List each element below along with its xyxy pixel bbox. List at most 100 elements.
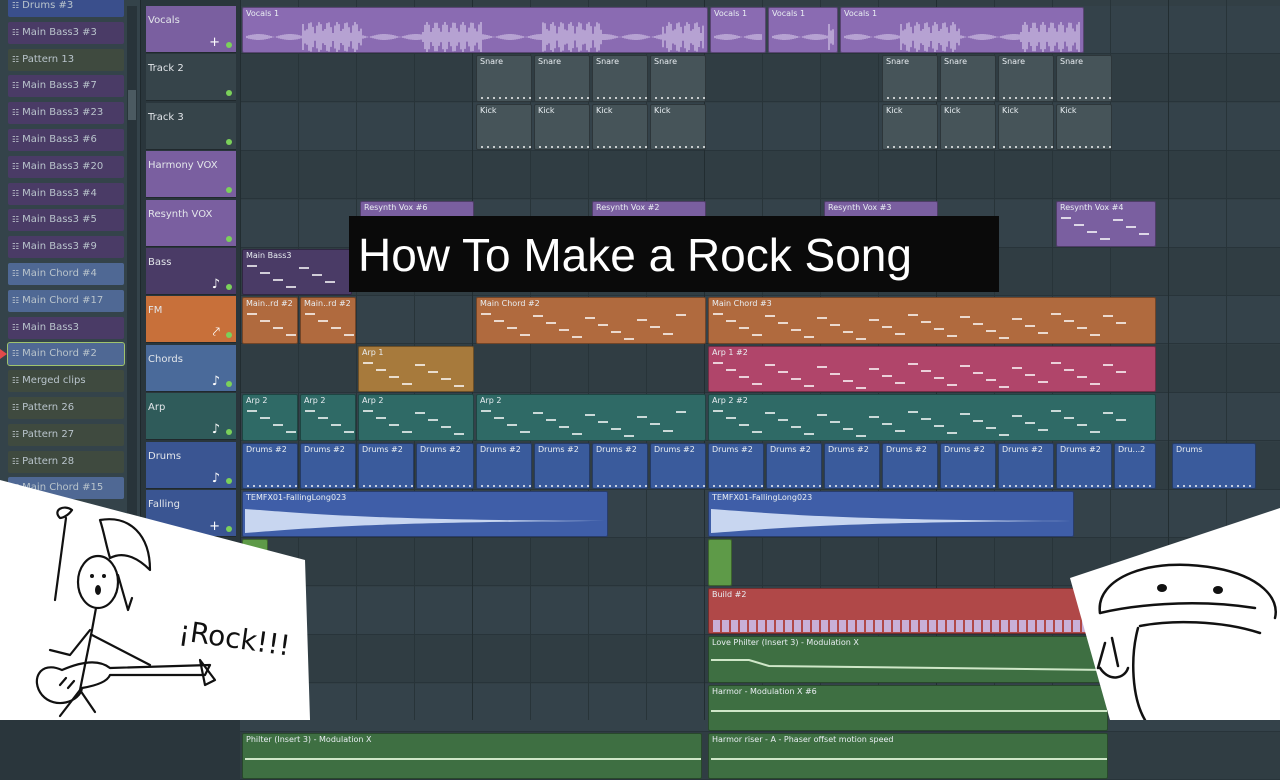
track-header[interactable]: Harmony VOX — [146, 151, 236, 199]
playlist-clip[interactable]: Arp 1 — [358, 345, 474, 393]
playlist-clip[interactable]: Drums #2 — [1056, 442, 1112, 489]
playlist-clip[interactable]: Philter (Insert 3) - Modulation X — [242, 733, 702, 780]
browser-item[interactable]: ☷ Main Bass3 #7 — [8, 75, 124, 98]
playlist-clip[interactable]: Drums #2 — [476, 442, 532, 489]
playlist-clip[interactable]: Snare — [940, 55, 996, 102]
playlist-clip[interactable]: Snare — [882, 55, 938, 102]
pattern-icon: ☷ — [12, 242, 20, 252]
playlist-clip[interactable]: Snare — [534, 55, 590, 102]
track-enable-led[interactable] — [226, 332, 232, 339]
playlist-clip[interactable]: Snare — [998, 55, 1054, 102]
playlist-clip[interactable]: Kick — [1056, 103, 1112, 151]
browser-item[interactable]: ☷ Drums #3 — [8, 0, 124, 17]
track-enable-led[interactable] — [226, 90, 232, 97]
browser-item[interactable]: ☷ Main Bass3 — [8, 316, 124, 339]
playlist-clip[interactable]: Drums #2 — [708, 442, 764, 489]
playlist-clip[interactable]: Vocals 1 — [242, 7, 708, 54]
playlist-clip[interactable]: Vocals 1 — [710, 7, 766, 54]
playlist-clip[interactable]: Arp 2 — [300, 394, 356, 441]
playlist-clip[interactable]: Snare — [1056, 55, 1112, 102]
playlist-clip[interactable]: Love Philter (Insert 3) - Modulation X — [708, 636, 1108, 683]
playlist-clip[interactable]: Drums #2 — [358, 442, 414, 489]
playlist-clip[interactable]: Arp 2 — [358, 394, 474, 441]
track-enable-led[interactable] — [226, 42, 232, 48]
browser-item[interactable]: ☷ Main Bass3 #23 — [8, 102, 124, 125]
playlist-clip[interactable]: Kick — [534, 103, 590, 151]
browser-item[interactable]: ☷ Pattern 28 — [8, 450, 124, 473]
playlist-clip[interactable]: Harmor riser - A - Phaser offset motion … — [708, 733, 1108, 780]
clip-content — [243, 19, 707, 52]
playlist-clip[interactable]: Drums #2 — [998, 442, 1054, 489]
playlist-clip[interactable]: Snare — [592, 55, 648, 102]
browser-item[interactable]: ☷ Main Bass3 #6 — [8, 129, 124, 151]
playlist-clip[interactable]: Kick — [592, 103, 648, 151]
playlist-lane[interactable] — [240, 102, 1280, 151]
playlist-lane[interactable] — [240, 151, 1280, 200]
playlist-clip[interactable]: Drums #2 — [592, 442, 648, 489]
track-enable-led[interactable] — [226, 429, 232, 436]
browser-item[interactable]: ☷ Main Chord #17 — [8, 289, 124, 312]
track-header[interactable]: Track 3 — [146, 102, 236, 150]
playlist-clip[interactable]: Drums — [1172, 442, 1256, 489]
browser-scroll-thumb[interactable] — [128, 90, 136, 120]
playlist-clip[interactable]: Main..rd #2 — [242, 297, 298, 344]
playlist-clip[interactable]: Vocals 1 — [768, 7, 838, 54]
playlist-clip[interactable]: Kick — [998, 103, 1054, 151]
browser-item[interactable]: ☷ Main Bass3 #9 — [8, 236, 124, 259]
playlist-clip[interactable]: Resynth Vox #4 — [1056, 200, 1156, 247]
playlist-clip[interactable]: Main Chord #2 — [476, 297, 706, 344]
clip-content — [359, 455, 413, 488]
playlist-clip[interactable]: Arp 2 #2 — [708, 394, 1156, 441]
playlist-clip[interactable]: Harmor - Modulation X #6 — [708, 684, 1108, 731]
clip-content — [711, 19, 765, 52]
playlist-clip[interactable]: Drums #2 — [882, 442, 938, 489]
track-enable-led[interactable] — [226, 187, 232, 194]
playlist-clip[interactable]: Kick — [940, 103, 996, 151]
playlist-clip[interactable]: Snare — [650, 55, 706, 102]
track-header[interactable]: Arp ♪ — [146, 393, 236, 441]
playlist-clip[interactable]: Drums #2 — [940, 442, 996, 489]
track-header[interactable]: Vocals + — [146, 6, 236, 53]
playlist-clip[interactable]: TEMFX01-FallingLong023 — [708, 491, 1074, 538]
playlist-lane[interactable] — [240, 54, 1280, 103]
playlist-clip[interactable]: Vocals 1 — [840, 7, 1084, 54]
track-header[interactable]: Track 2 — [146, 54, 236, 102]
playlist-clip[interactable]: Main Chord #3 — [708, 297, 1156, 344]
track-enable-led[interactable] — [226, 284, 232, 290]
browser-item[interactable]: ☷ Main Bass3 #3 — [8, 21, 124, 44]
browser-item[interactable]: ☷ Main Chord #2 — [7, 342, 125, 367]
playlist-clip[interactable] — [708, 539, 732, 586]
track-header[interactable]: Chords ♪ — [146, 344, 236, 392]
playlist-clip[interactable]: Build #2 — [708, 587, 1108, 635]
browser-item[interactable]: ☷ Main Bass3 #4 — [8, 182, 124, 205]
playlist-clip[interactable]: Snare — [476, 55, 532, 102]
track-enable-led[interactable] — [226, 138, 232, 145]
playlist-clip[interactable]: Arp 2 — [476, 394, 706, 441]
browser-item[interactable]: ☷ Main Chord #4 — [8, 263, 124, 285]
browser-item[interactable]: ☷ Main Bass3 #5 — [8, 209, 124, 232]
playlist-clip[interactable]: Drums #2 — [824, 442, 880, 489]
track-enable-led[interactable] — [226, 380, 232, 387]
browser-item[interactable]: ☷ Main Bass3 #20 — [8, 155, 124, 178]
playlist-clip[interactable]: Arp 2 — [242, 394, 298, 441]
playlist-clip[interactable]: Arp 1 #2 — [708, 345, 1156, 393]
playlist-clip[interactable]: Drums #2 — [650, 442, 706, 489]
playlist-clip[interactable]: Kick — [476, 103, 532, 151]
playlist-clip[interactable]: Kick — [650, 103, 706, 151]
clip-content — [709, 745, 1107, 778]
playlist-clip[interactable]: Main..rd #2 — [300, 297, 356, 344]
browser-item[interactable]: ☷ Pattern 13 — [8, 48, 124, 71]
playlist-clip[interactable]: Kick — [882, 103, 938, 151]
playlist-clip[interactable]: Drums #2 — [534, 442, 590, 489]
track-enable-led[interactable] — [226, 235, 232, 242]
browser-item[interactable]: ☷ Pattern 27 — [8, 423, 124, 446]
playlist-clip[interactable]: Drums #2 — [416, 442, 474, 489]
playlist-clip[interactable]: Drums #2 — [766, 442, 822, 489]
browser-item[interactable]: ☷ Pattern 26 — [8, 397, 124, 419]
track-header[interactable]: Resynth VOX — [146, 199, 236, 247]
track-header[interactable]: FM ⤤ — [146, 296, 236, 344]
playlist-clip[interactable]: Dru...2 — [1114, 442, 1156, 489]
track-header[interactable]: Bass ♪ — [146, 248, 236, 295]
playlist-clip[interactable]: Main Bass3 — [242, 249, 352, 296]
browser-item[interactable]: ☷ Merged clips — [8, 370, 124, 393]
